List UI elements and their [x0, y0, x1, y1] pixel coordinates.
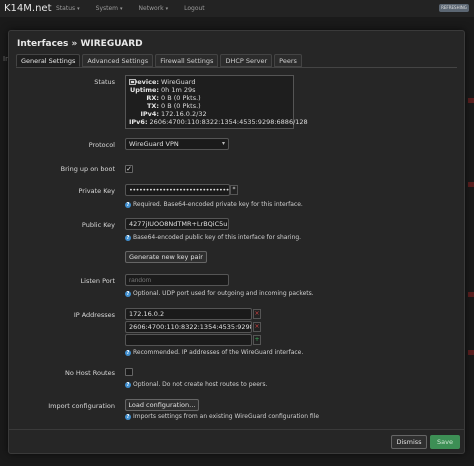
help-icon: ? — [125, 381, 131, 388]
help-icon: ? — [125, 234, 131, 241]
status-row: RX: 0 B (0 Pkts.) — [146, 94, 201, 102]
tab-firewall-settings[interactable]: Firewall Settings — [155, 54, 219, 67]
menu-network[interactable]: Network ▾ — [139, 5, 169, 12]
help-icon: ? — [125, 201, 131, 208]
import-config-hint: ? Imports settings from an existing Wire… — [125, 413, 320, 420]
remove-ip-2-button[interactable]: × — [253, 322, 261, 332]
chevron-down-icon: ▾ — [120, 6, 123, 12]
tab-bar: General Settings Advanced Settings Firew… — [16, 54, 304, 67]
top-navbar: K14M.net Status ▾ System ▾ Network ▾ Logout… — [0, 0, 474, 17]
bring-up-checkbox[interactable]: ✓ — [125, 165, 133, 173]
refresh-indicator[interactable]: REFRESHING — [439, 4, 469, 12]
bring-up-label: Bring up on boot — [60, 165, 115, 173]
add-ip-button[interactable]: + — [253, 335, 261, 345]
menu-system[interactable]: System ▾ — [96, 5, 123, 12]
interface-modal: Interfaces » WIREGUARD General Settings … — [8, 30, 465, 454]
status-label: Status — [94, 78, 115, 86]
tab-general-settings[interactable]: General Settings — [16, 54, 81, 67]
menu-logout[interactable]: Logout — [184, 5, 205, 12]
brand-logo[interactable]: K14M.net — [0, 3, 56, 14]
tab-peers[interactable]: Peers — [274, 54, 302, 67]
private-key-hint: ? Required. Base64-encoded private key f… — [125, 201, 303, 208]
modal-title: Interfaces » WIREGUARD — [17, 39, 143, 49]
tab-divider — [16, 67, 457, 68]
chevron-down-icon: ▾ — [165, 6, 169, 12]
remove-ip-1-button[interactable]: × — [253, 309, 261, 319]
save-button[interactable]: Save — [430, 435, 460, 449]
no-host-routes-checkbox[interactable] — [125, 368, 133, 376]
status-row: Uptime: 0h 1m 29s — [129, 86, 196, 94]
menu-status[interactable]: Status ▾ — [56, 5, 80, 12]
help-icon: ? — [125, 413, 131, 420]
no-host-routes-hint: ? Optional. Do not create host routes to… — [125, 381, 268, 388]
main-menu: Status ▾ System ▾ Network ▾ Logout — [56, 5, 221, 12]
ip-address-input-2[interactable]: 2606:4700:110:8322:1354:4535:9298:6886 — [125, 321, 252, 333]
status-row: TX: 0 B (0 Pkts.) — [146, 102, 201, 110]
status-row: IPv6: 2606:4700:110:8322:1354:4535:9298:6… — [129, 118, 308, 126]
no-host-routes-label: No Host Routes — [64, 369, 115, 377]
background-fragment — [468, 182, 474, 187]
status-row: Device: WireGuard — [131, 78, 196, 86]
load-configuration-button[interactable]: Load configuration… — [125, 399, 199, 411]
background-fragment — [468, 292, 474, 297]
ip-address-input-1[interactable]: 172.16.0.2 — [125, 308, 252, 320]
private-key-label: Private Key — [78, 187, 115, 195]
help-icon: ? — [125, 349, 131, 356]
chevron-down-icon: ▾ — [77, 6, 80, 12]
dismiss-button[interactable]: Dismiss — [391, 435, 427, 449]
listen-port-label: Listen Port — [80, 277, 115, 285]
public-key-label: Public Key — [81, 221, 115, 229]
protocol-label: Protocol — [88, 141, 115, 149]
status-row: IPv4: 172.16.0.2/32 — [140, 110, 207, 118]
protocol-select[interactable]: WireGuard VPN ▾ — [125, 138, 229, 150]
background-fragment — [468, 98, 474, 103]
background-fragment — [468, 350, 474, 355]
tab-advanced-settings[interactable]: Advanced Settings — [82, 54, 154, 67]
footer-divider — [9, 429, 464, 430]
ip-addresses-label: IP Addresses — [73, 311, 115, 319]
tab-dhcp-server[interactable]: DHCP Server — [220, 54, 273, 67]
public-key-hint: ? Base64-encoded public key of this inte… — [125, 234, 302, 241]
network-device-icon — [129, 79, 136, 85]
listen-port-input[interactable] — [125, 274, 229, 286]
private-key-input[interactable]: ••••••••••••••••••••••••••••••••••••••••… — [125, 184, 230, 196]
import-config-label: Import configuration — [48, 402, 115, 410]
ip-address-input-new[interactable] — [125, 334, 252, 346]
chevron-down-icon: ▾ — [221, 140, 225, 147]
public-key-input[interactable]: 4277jIUOO8NdTMR+LrBQiC5uPEr — [125, 218, 229, 230]
reveal-password-button[interactable]: * — [230, 185, 238, 195]
status-box: Device: WireGuard Uptime: 0h 1m 29s RX: 0 B… — [125, 75, 308, 129]
generate-key-pair-button[interactable]: Generate new key pair — [125, 251, 207, 263]
listen-port-hint: ? Optional. UDP port used for outgoing a… — [125, 290, 314, 297]
help-icon: ? — [125, 290, 131, 297]
ip-addresses-hint: ? Recommended. IP addresses of the WireG… — [125, 349, 304, 356]
